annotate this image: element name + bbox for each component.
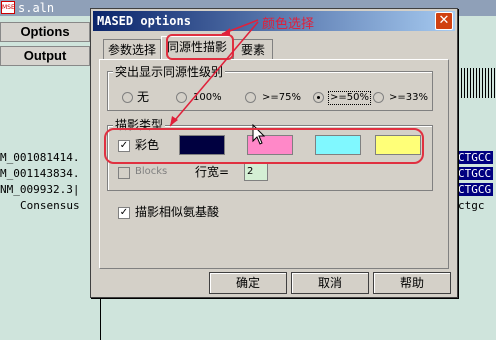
level-radio-50[interactable] <box>313 92 324 103</box>
consensus-sequence: ctgc <box>458 199 485 212</box>
conservation-histogram <box>458 68 496 98</box>
level-radio-33[interactable] <box>373 92 384 103</box>
row-width-label: 行宽= <box>195 165 230 179</box>
aligned-sequence: CTGCC <box>456 167 494 180</box>
sequence-name: NM_009932.3| <box>0 183 80 196</box>
ok-button[interactable]: 确定 <box>209 272 287 294</box>
cancel-button[interactable]: 取消 <box>291 272 369 294</box>
level-label: >=50% <box>328 91 371 105</box>
help-button[interactable]: 帮助 <box>373 272 451 294</box>
aligned-sequence: CTGCC <box>456 151 494 164</box>
level-label: >=33% <box>389 92 428 103</box>
app-title: s.aln <box>18 1 55 15</box>
level-radio-none[interactable] <box>122 92 133 103</box>
blocks-label: Blocks <box>135 166 168 177</box>
row-width-input[interactable]: 2 <box>244 163 268 181</box>
sequence-name: M_001143834. <box>0 167 80 180</box>
app-icon: MSE <box>1 1 15 14</box>
annotation-label: 颜色选择 <box>262 17 315 32</box>
output-button[interactable]: Output <box>0 46 90 66</box>
close-button[interactable]: ✕ <box>435 12 453 30</box>
sequence-name: M_001081414. <box>0 151 80 164</box>
options-button[interactable]: Options <box>0 22 90 42</box>
blocks-checkbox[interactable] <box>118 167 130 179</box>
annotation-arrow-icon <box>169 19 259 127</box>
aligned-sequence: CTGCG <box>456 183 494 196</box>
similar-aa-label: 描影相似氨基酸 <box>135 205 220 219</box>
level-label: 无 <box>137 90 150 104</box>
similar-aa-checkbox[interactable]: ✓ <box>118 207 130 219</box>
consensus-label: Consensus <box>20 199 80 212</box>
